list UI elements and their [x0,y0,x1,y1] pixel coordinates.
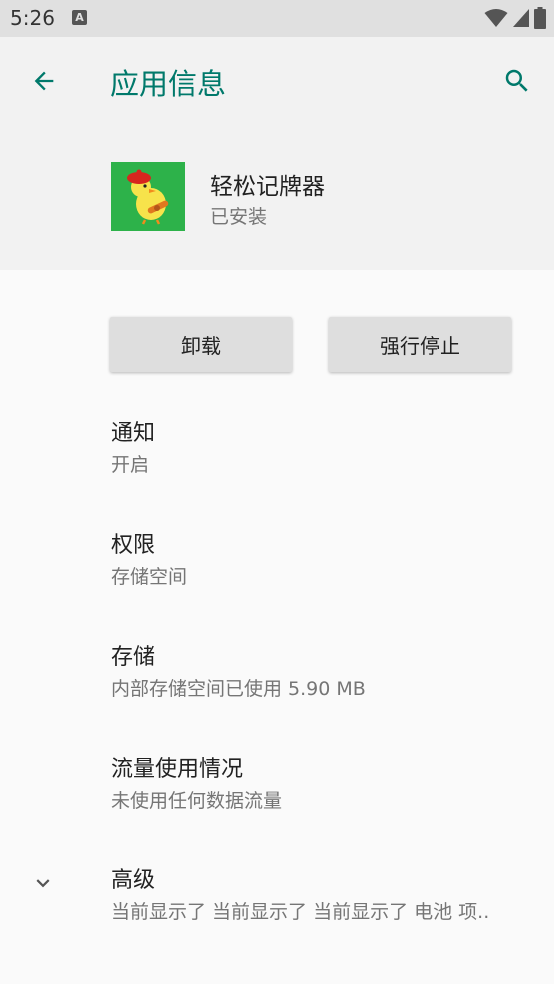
setting-summary: 存储空间 [111,566,188,588]
setting-title: 流量使用情况 [111,757,244,782]
setting-summary: 未使用任何数据流量 [111,790,283,812]
a-icon: A [72,10,87,25]
status-icons [484,7,546,29]
setting-title: 权限 [111,533,156,558]
settings-item-data-usage[interactable]: 流量使用情况 未使用任何数据流量 [0,751,554,851]
settings-item-permissions[interactable]: 权限 存储空间 [0,527,554,627]
setting-summary: 当前显示了 当前显示了 当前显示了 电池 项.. [111,901,490,923]
search-button[interactable] [498,61,536,101]
chick-mascot-icon [127,169,169,225]
page-title: 应用信息 [110,67,227,101]
uninstall-button[interactable]: 卸载 [110,317,292,372]
search-icon [505,69,528,92]
settings-item-advanced[interactable]: 高级 当前显示了 当前显示了 当前显示了 电池 项.. [0,862,554,962]
back-button[interactable] [22,63,66,99]
setting-summary: 开启 [111,454,150,476]
force-stop-button[interactable]: 强行停止 [329,317,511,372]
setting-title: 高级 [111,868,156,893]
app-icon [111,162,185,231]
app-install-status: 已安装 [210,206,268,228]
chevron-down-icon [36,879,50,888]
setting-title: 通知 [111,421,156,446]
status-time: 5:26 [10,6,55,30]
status-bar: 5:26 A [0,0,554,37]
setting-summary: 内部存储空间已使用 5.90 MB [111,678,366,700]
setting-title: 存储 [111,645,156,670]
app-name: 轻松记牌器 [210,174,325,200]
arrow-back-icon [34,71,54,91]
settings-item-storage[interactable]: 存储 内部存储空间已使用 5.90 MB [0,639,554,739]
settings-item-notifications[interactable]: 通知 开启 [0,415,554,515]
app-header: 应用信息 轻松记牌器 已安装 [0,37,554,270]
signal-icon [513,9,529,27]
battery-icon [534,7,546,29]
wifi-icon [484,9,508,27]
